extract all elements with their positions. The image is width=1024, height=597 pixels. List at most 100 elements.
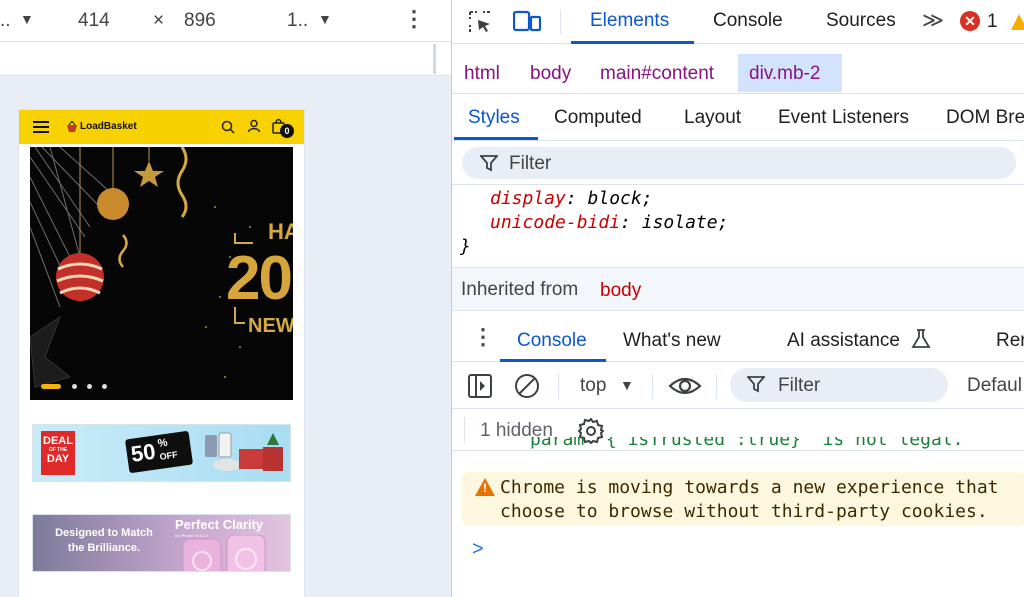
drawer-tab-console[interactable]: Console [517,330,587,352]
more-tabs-chevron-icon[interactable]: ≫ [922,8,944,33]
kebab-icon[interactable]: ⋮ [403,6,425,32]
hero-word-fragment: HA [268,219,293,244]
inherited-element-link[interactable]: body [600,280,641,302]
hero-slider[interactable]: HA 20 NEW [30,147,293,400]
filter-funnel-icon [480,155,498,172]
deal-badge: DEAL OF THE DAY [41,431,75,475]
tab-layout[interactable]: Layout [684,107,741,129]
tab-dom-breakpoints[interactable]: DOM Bre [946,107,1024,129]
tab-elements[interactable]: Elements [590,10,669,32]
css-closing-brace: } [460,236,471,257]
console-filter-input[interactable]: Filter [730,368,948,402]
device-toolbar: .. ▼ 414 × 896 1.. ▼ ⋮ [0,0,451,42]
clipped-message-text: param '{"isTrusted":true}' is not legal. [530,437,964,450]
discount-off: OFF [159,449,179,462]
breadcrumb-div-mb-2[interactable]: div.mb-2 [749,63,820,85]
inspect-element-icon[interactable] [467,9,493,35]
search-icon[interactable] [221,120,235,134]
tab-styles[interactable]: Styles [468,107,520,129]
flask-icon [911,329,931,348]
warning-line-2: choose to browse without third-party coo… [500,501,988,522]
hamburger-menu-icon[interactable] [33,121,49,133]
device-dropdown-icon[interactable]: ▼ [20,11,34,27]
clarity-left-line2: the Brilliance. [67,542,141,554]
devtools-panel: Elements Console Sources ≫ ✕ 1 html body… [451,0,1024,597]
breadcrumb-main-content[interactable]: main#content [600,63,714,85]
phone-cases-illustration [183,535,266,571]
context-select[interactable]: top [580,375,606,397]
console-message-clipped: param '{"isTrusted":true}' is not legal. [452,437,1024,452]
warning-icon[interactable] [1011,14,1024,30]
console-prompt-chevron-icon[interactable]: > [472,538,484,561]
drawer-menu-kebab-icon[interactable]: ⋮ [472,324,494,350]
devtools-main-tabbar: Elements Console Sources ≫ ✕ 1 [452,0,1024,44]
deal-badge-line1: DEAL [43,435,73,447]
zoom-select-label[interactable]: 1.. [287,10,308,32]
drawer-tabbar: ⋮ Console What's new AI assistance Rer [452,318,1024,362]
user-icon[interactable] [247,119,261,133]
warning-exclamation: ! [483,481,487,495]
console-toolbar: top ▼ Filter Defaul [452,363,1024,409]
breadcrumb: html body main#content div.mb-2 [452,52,1024,94]
media-query-strip [0,42,451,76]
deal-of-the-day-banner[interactable]: DEAL OF THE DAY 50 % OFF [32,424,291,482]
clear-console-icon[interactable] [514,373,540,399]
width-field[interactable]: 414 [78,10,110,32]
clarity-title: Perfect Clarity [175,517,264,532]
live-expression-eye-icon[interactable] [668,375,702,397]
error-x-icon[interactable]: ✕ [960,11,980,31]
css-declaration[interactable]: display: block; [490,188,653,209]
tab-console[interactable]: Console [713,10,783,32]
styles-filter-input[interactable]: Filter [462,147,1016,179]
error-count[interactable]: 1 [987,11,998,33]
carousel-dot[interactable] [72,384,77,389]
console-warning-message[interactable]: ! Chrome is moving towards a new experie… [462,472,1024,526]
tab-computed[interactable]: Computed [554,107,642,129]
css-property-value: block; [587,188,653,209]
css-property-name: unicode-bidi [490,212,621,233]
tab-event-listeners[interactable]: Event Listeners [778,107,909,129]
breadcrumb-html[interactable]: html [464,63,500,85]
drawer-tab-ai-assistance[interactable]: AI assistance [787,330,900,352]
console-filter-placeholder: Filter [778,375,821,396]
warning-line-1: Chrome is moving towards a new experienc… [500,477,999,498]
height-field[interactable]: 896 [184,10,216,32]
carousel-dot-active[interactable] [41,384,61,389]
toolbar-divider [652,373,653,399]
deal-badge-line3: DAY [46,453,70,465]
perfect-clarity-banner[interactable]: Designed to Match the Brilliance. Perfec… [32,514,291,572]
discount-percent: 50 [129,438,158,467]
drawer-tab-rendering[interactable]: Rer [996,330,1024,352]
css-rule-block: display: block; unicode-bidi: isolate; } [452,186,1024,266]
inherited-label: Inherited from [461,279,579,300]
resize-handle[interactable] [433,44,436,74]
sidebar-toggle-icon[interactable] [468,374,492,398]
drawer-tab-console-underline [500,359,606,362]
styles-subtabs: Styles Computed Layout Event Listeners D… [452,95,1024,141]
hero-subtext: NEW [248,315,293,337]
tab-sources[interactable]: Sources [826,10,896,32]
drawer-tab-whats-new[interactable]: What's new [623,330,721,352]
breadcrumb-body[interactable]: body [530,63,571,85]
device-toolbar-toggle-icon[interactable] [513,9,541,33]
css-property-name: display [490,188,566,209]
brand-name[interactable]: LoadBasket [80,121,137,132]
filter-funnel-icon [747,376,765,393]
gadgets-illustration [205,432,283,471]
zoom-dropdown-icon[interactable]: ▼ [318,11,332,27]
context-dropdown-icon[interactable]: ▼ [620,377,634,393]
css-declaration[interactable]: unicode-bidi: isolate; [490,212,728,233]
toolbar-divider [558,373,559,399]
hero-year: 20 [226,244,293,313]
carousel-dot[interactable] [87,384,92,389]
basket-logo-icon [67,121,77,132]
carousel-dot[interactable] [102,384,107,389]
discount-percent-sign: % [157,436,169,451]
device-select-label[interactable]: .. [0,10,11,32]
inherited-from-header: Inherited from body [452,267,1024,311]
discount-tag: 50 % OFF [124,430,194,474]
toolbar-divider [716,373,717,399]
log-levels-select[interactable]: Defaul [967,375,1022,397]
clarity-left-text: Designed to Match the Brilliance. [37,527,171,554]
styles-filter-row: Filter [452,141,1024,185]
